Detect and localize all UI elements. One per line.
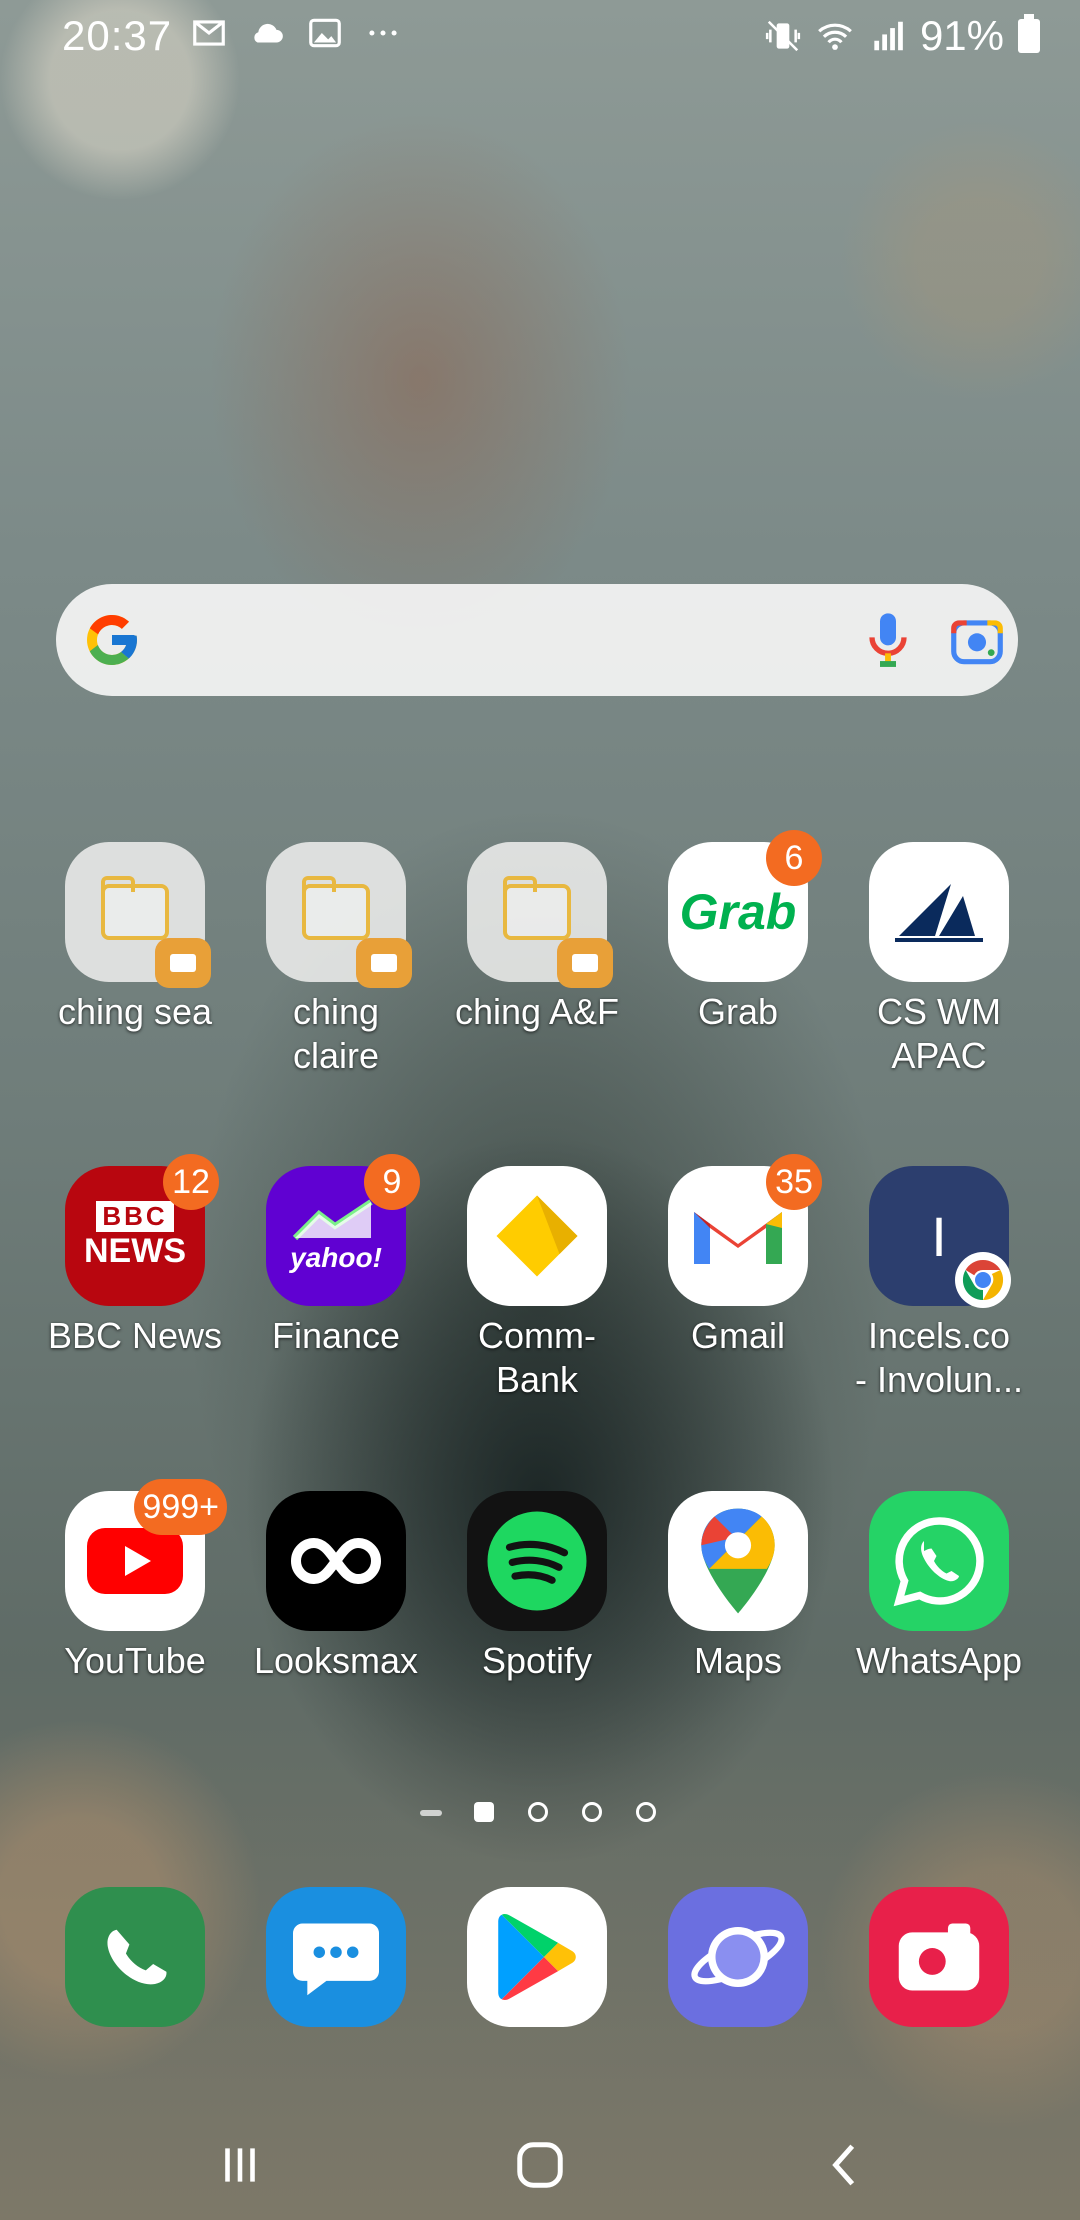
app-label: Grab — [697, 991, 779, 1032]
whatsapp-icon — [869, 1491, 1009, 1631]
more-icon — [369, 30, 397, 36]
home-button[interactable] — [500, 2130, 580, 2200]
app-label: Comm- Bank — [478, 1315, 596, 1400]
notification-badge: 9 — [364, 1154, 420, 1210]
app-label: Incels.co - Involun... — [854, 1315, 1024, 1400]
battery-percent: 91% — [919, 12, 1004, 59]
dock-samsung-internet[interactable] — [638, 1887, 838, 2027]
app-label: ching A&F — [454, 991, 620, 1032]
app-label: Looksmax — [253, 1640, 419, 1681]
screen-recorder-icon — [869, 1887, 1009, 2027]
lens-camera-icon[interactable] — [946, 610, 1008, 672]
back-icon — [832, 2144, 855, 2186]
home-icon — [517, 2142, 563, 2188]
page-indicator[interactable] — [0, 1798, 1080, 1828]
page-dot-current — [474, 1802, 494, 1822]
folder-icon — [266, 842, 412, 988]
youtube-icon: 999+ — [65, 1479, 227, 1631]
app-bbc-news[interactable]: BBC NEWS 12 BBC News — [35, 1154, 235, 1358]
signal-icon — [874, 21, 903, 51]
gallery-icon — [309, 18, 341, 48]
google-logo-icon — [87, 615, 137, 665]
home-page-indicator-icon — [420, 1810, 442, 1816]
yahoo-wordmark: yahoo! — [290, 1242, 382, 1273]
notification-badge: 35 — [766, 1154, 822, 1210]
app-whatsapp[interactable]: WhatsApp — [839, 1491, 1039, 1683]
app-label: CS WM APAC — [877, 991, 1001, 1076]
battery-icon — [1018, 14, 1040, 53]
chrome-badge-icon — [955, 1252, 1011, 1308]
app-ching-af[interactable]: ching A&F — [437, 842, 637, 1034]
app-gmail[interactable]: 35 Gmail — [638, 1154, 838, 1358]
phone-icon — [65, 1887, 205, 2027]
looksmax-icon — [266, 1491, 406, 1631]
news-wordmark: NEWS — [84, 1232, 186, 1270]
cs-sail-icon — [869, 842, 1009, 982]
samsung-internet-icon — [668, 1887, 808, 2027]
grab-icon: Grab 6 — [668, 830, 822, 982]
dock-phone[interactable] — [35, 1887, 235, 2027]
app-label: Finance — [271, 1315, 401, 1356]
system-icons: 91% — [764, 12, 1040, 60]
app-ching-claire[interactable]: ching claire — [236, 842, 436, 1078]
wifi-icon — [818, 23, 852, 50]
status-bar: 20:37 91% — [0, 0, 1080, 72]
app-spotify[interactable]: Spotify — [437, 1491, 637, 1683]
cloud-icon — [254, 23, 283, 43]
page-dot — [636, 1802, 656, 1822]
app-label: Maps — [693, 1640, 783, 1681]
app-label: ching claire — [292, 991, 380, 1076]
recents-button[interactable] — [200, 2130, 280, 2200]
gmail-icon: 35 — [668, 1154, 822, 1306]
app-label: YouTube — [64, 1640, 206, 1681]
commbank-icon — [467, 1166, 607, 1306]
app-label: ching sea — [57, 991, 213, 1032]
app-label: Gmail — [690, 1315, 785, 1356]
yahoo-finance-icon: yahoo! 9 — [266, 1154, 420, 1306]
dock-messages[interactable] — [236, 1887, 436, 2027]
incels-chrome-icon: I — [869, 1166, 1011, 1308]
bbc-wordmark: BBC — [96, 1201, 174, 1232]
notification-badge: 6 — [766, 830, 822, 886]
app-maps[interactable]: Maps — [638, 1491, 838, 1683]
gmail-status-icon — [193, 20, 225, 46]
google-search-bar[interactable] — [56, 584, 1018, 696]
grab-wordmark: Grab — [679, 884, 797, 940]
app-commbank[interactable]: Comm- Bank — [437, 1166, 637, 1402]
app-youtube[interactable]: 999+ YouTube — [35, 1479, 235, 1683]
app-ching-sea[interactable]: ching sea — [35, 842, 235, 1034]
notification-badge: 999+ — [134, 1479, 227, 1535]
dock-screen-recorder[interactable] — [839, 1887, 1039, 2027]
vibrate-icon — [765, 20, 801, 52]
spotify-icon — [467, 1491, 607, 1631]
app-grab[interactable]: Grab 6 Grab — [638, 830, 838, 1034]
maps-icon — [668, 1491, 808, 1631]
site-letter: I — [931, 1204, 947, 1268]
messages-icon — [266, 1887, 406, 2027]
notification-badge: 12 — [163, 1154, 219, 1210]
dock-play-store[interactable] — [437, 1887, 637, 2027]
notification-icons — [190, 14, 402, 52]
recents-icon — [225, 2148, 255, 2182]
app-cs-wm-apac[interactable]: CS WM APAC — [839, 842, 1039, 1078]
clock: 20:37 — [62, 12, 173, 59]
navigation-bar — [0, 2100, 1080, 2220]
app-incels-shortcut[interactable]: I Incels.co - Involun... — [839, 1166, 1039, 1402]
folder-icon — [65, 842, 211, 988]
page-dot — [528, 1802, 548, 1822]
app-looksmax[interactable]: Looksmax — [236, 1491, 436, 1683]
app-finance[interactable]: yahoo! 9 Finance — [236, 1154, 436, 1358]
back-button[interactable] — [806, 2130, 886, 2200]
microphone-icon[interactable] — [856, 608, 920, 672]
page-dot — [582, 1802, 602, 1822]
folder-icon — [467, 842, 613, 988]
app-label: BBC News — [47, 1315, 223, 1356]
bbc-news-icon: BBC NEWS 12 — [65, 1154, 219, 1306]
app-label: WhatsApp — [855, 1640, 1023, 1681]
play-store-icon — [467, 1887, 607, 2027]
app-label: Spotify — [481, 1640, 593, 1681]
